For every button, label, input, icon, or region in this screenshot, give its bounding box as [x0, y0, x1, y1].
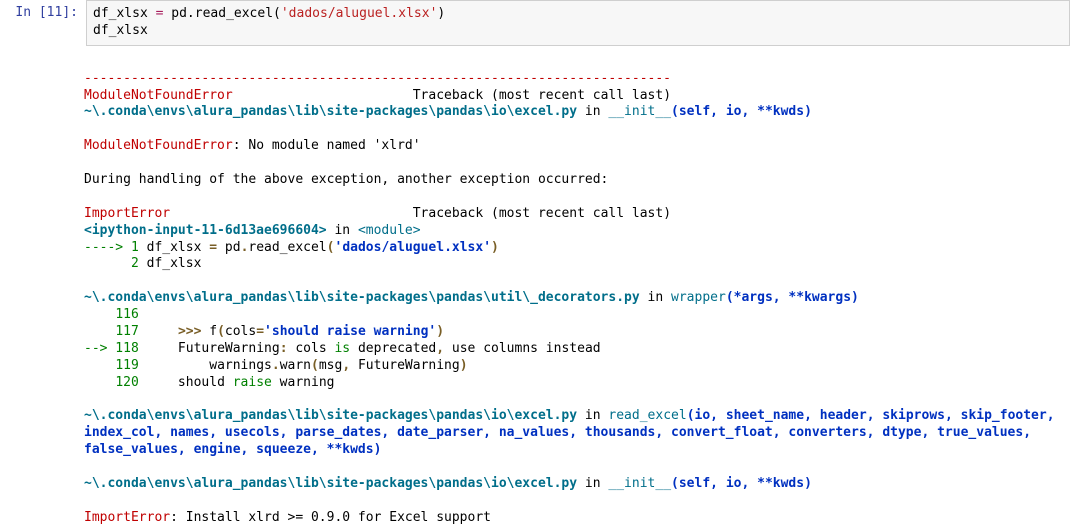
- notebook-cell: In [11]: df_xlsx = pd.read_excel('dados/…: [0, 0, 1078, 46]
- error-name-1: ModuleNotFoundError: [84, 88, 233, 103]
- arrow-1: ----> 1: [84, 240, 139, 255]
- dash-line: ----------------------------------------…: [84, 71, 671, 86]
- file-location-1: ~\.conda\envs\alura_pandas\lib\site-pack…: [84, 104, 577, 119]
- file-location-4: ~\.conda\envs\alura_pandas\lib\site-pack…: [84, 476, 577, 491]
- func-name-3: read_excel: [608, 408, 686, 423]
- func-sig-2: (*args, **kwargs): [726, 290, 859, 305]
- traceback-label: Traceback (most recent call last): [413, 88, 671, 103]
- final-error-name: ImportError: [84, 510, 170, 525]
- func-name-2: wrapper: [671, 290, 726, 305]
- func-name-4: __init__: [608, 476, 671, 491]
- func-sig-1: (self, io, **kwds): [671, 104, 812, 119]
- code-line-1: df_xlsx = pd.read_excel('dados/aluguel.x…: [93, 6, 1063, 23]
- during-text: During handling of the above exception, …: [84, 172, 608, 187]
- code-line-2: df_xlsx: [93, 23, 1063, 40]
- error-msg-1: : No module named 'xlrd': [233, 138, 421, 153]
- func-sig-4: (self, io, **kwds): [671, 476, 812, 491]
- traceback-output: ----------------------------------------…: [78, 46, 1078, 532]
- traceback-label-2: Traceback (most recent call last): [413, 206, 671, 221]
- func-name-1: __init__: [608, 104, 671, 119]
- error-name-2: ImportError: [84, 206, 170, 221]
- file-location-3: ~\.conda\envs\alura_pandas\lib\site-pack…: [84, 408, 577, 423]
- ipython-input-loc: <ipython-input-11-6d13ae696604>: [84, 223, 327, 238]
- file-location-2: ~\.conda\envs\alura_pandas\lib\site-pack…: [84, 290, 640, 305]
- arrow-118: --> 118: [84, 341, 139, 356]
- ipython-module: <module>: [358, 223, 421, 238]
- code-input[interactable]: df_xlsx = pd.read_excel('dados/aluguel.x…: [86, 0, 1070, 46]
- final-error-msg: : Install xlrd >= 0.9.0 for Excel suppor…: [170, 510, 491, 525]
- line-num-2: 2: [84, 256, 139, 271]
- input-prompt: In [11]:: [0, 0, 86, 27]
- error-name-1b: ModuleNotFoundError: [84, 138, 233, 153]
